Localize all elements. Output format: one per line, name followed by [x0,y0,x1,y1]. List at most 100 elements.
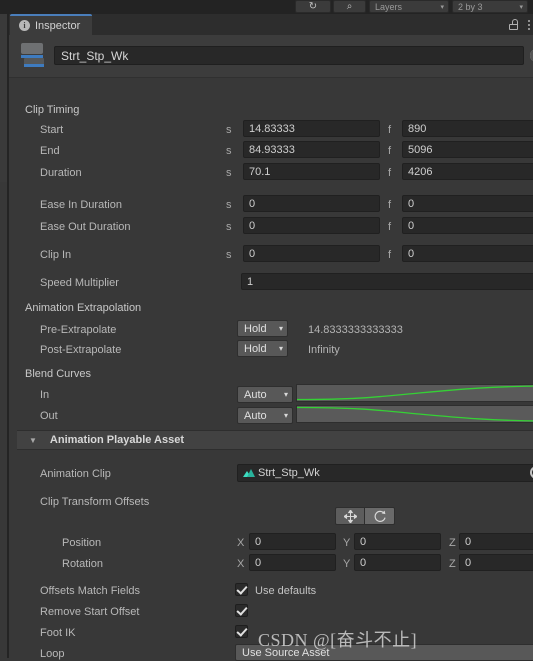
clip-in-seconds-input[interactable]: 0 [243,245,380,262]
tab-inspector[interactable]: i Inspector [10,14,93,35]
info-icon: i [19,20,30,31]
row-label-speed-multiplier: Speed Multiplier [40,277,119,289]
row-label-foot-ik: Foot IK [40,627,76,639]
history-icon-button[interactable]: ↻ [295,0,331,13]
history-icon: ↻ [308,0,318,12]
rotate-tool-button[interactable] [365,507,395,525]
animation-playable-asset-foldout[interactable]: ▼ Animation Playable Asset [17,430,533,450]
blend-out-value: Auto [244,409,267,422]
chevron-down-icon: ▾ [283,390,288,399]
unity-editor-window: ↻ ⌕ Layers ▾ 2 by 3 ▾ i Inspector Strt_S… [0,0,533,661]
ease-in-seconds-input[interactable]: 0 [243,195,380,212]
clip-in-frames-input[interactable]: 0 [402,245,533,262]
chevron-down-icon: ▼ [29,435,37,445]
rotation-z-input[interactable]: 0 [459,554,533,571]
row-label-ease-in-duration: Ease In Duration [40,199,122,211]
clip-transform-offsets-label: Clip Transform Offsets [40,496,150,508]
axis-label-y: Y [343,558,351,570]
duration-frames-input[interactable]: 4206 [402,163,533,180]
row-label-end: End [40,145,60,157]
start-frames-input[interactable]: 890 [402,120,533,137]
blend-out-dropdown[interactable]: Auto ▾ [237,407,293,424]
position-z-input[interactable]: 0 [459,533,533,550]
unit-frames: f [388,124,392,136]
unit-frames: f [388,167,392,179]
inspector-object-header: Strt_Stp_Wk [9,35,533,78]
animation-extrapolation-title: Animation Extrapolation [25,302,142,314]
position-x-input[interactable]: 0 [249,533,336,550]
unit-seconds: s [226,199,232,211]
row-label-blend-out: Out [40,410,58,422]
speed-multiplier-input[interactable]: 1 [241,273,533,290]
start-seconds-input[interactable]: 14.83333 [243,120,380,137]
unit-seconds: s [226,145,232,157]
post-extrapolate-time: Infinity [308,344,340,356]
unit-seconds: s [226,124,232,136]
row-label-position: Position [62,537,102,549]
ease-out-frames-input[interactable]: 0 [402,217,533,234]
adjacent-panel-sliver [0,14,8,658]
blend-in-curve [297,385,533,401]
chevron-down-icon: ▾ [283,411,288,420]
blend-in-value: Auto [244,388,267,401]
row-label-ease-out-duration: Ease Out Duration [40,221,131,233]
row-label-offsets-match-fields: Offsets Match Fields [40,585,141,597]
pre-extrapolate-dropdown[interactable]: Hold ▾ [237,320,288,337]
timeline-clip-icon [19,43,47,67]
blend-curves-title: Blend Curves [25,368,92,380]
search-icon: ⌕ [346,0,353,12]
post-extrapolate-dropdown[interactable]: Hold ▾ [237,340,288,357]
loop-value: Use Source Asset [242,646,330,659]
ease-in-frames-input[interactable]: 0 [402,195,533,212]
row-label-post-extrapolate: Post-Extrapolate [40,344,122,356]
animation-clip-icon [243,468,255,478]
axis-label-z: Z [449,537,456,549]
offsets-match-fields-checkbox[interactable] [235,583,248,596]
blend-out-curve-preview[interactable] [296,405,533,423]
adjacent-panel-bottom [0,182,8,658]
layers-dropdown-label: Layers [375,1,403,12]
animation-clip-value: Strt_Stp_Wk [258,467,320,479]
row-label-start: Start [40,124,64,136]
position-y-input[interactable]: 0 [354,533,441,550]
blend-out-curve [297,406,533,422]
blend-in-dropdown[interactable]: Auto ▾ [237,386,293,403]
adjacent-panel-top [0,14,8,182]
remove-start-offset-checkbox[interactable] [235,604,248,617]
inspector-body: Clip Timing Start s 14.83333 f 890 End s… [9,78,533,661]
unit-frames: f [388,199,392,211]
ease-out-seconds-input[interactable]: 0 [243,217,380,234]
row-label-duration: Duration [40,167,82,179]
pre-extrapolate-time: 14.8333333333333 [308,324,403,336]
row-label-clip-in: Clip In [40,249,72,261]
end-seconds-input[interactable]: 84.93333 [243,141,380,158]
search-icon-button[interactable]: ⌕ [333,0,366,13]
loop-dropdown[interactable]: Use Source Asset ▾ [235,644,533,661]
row-label-remove-start-offset: Remove Start Offset [40,606,140,618]
animation-playable-asset-label: Animation Playable Asset [49,434,185,446]
chevron-down-icon: ▾ [440,3,444,11]
foot-ik-checkbox[interactable] [235,625,248,638]
layers-dropdown[interactable]: Layers ▾ [369,0,449,13]
unit-frames: f [388,221,392,233]
row-label-loop: Loop [40,648,65,660]
kebab-menu-icon[interactable] [527,18,530,31]
unit-seconds: s [226,167,232,179]
duration-seconds-input[interactable]: 70.1 [243,163,380,180]
end-frames-input[interactable]: 5096 [402,141,533,158]
rotate-icon [374,510,386,522]
row-label-rotation: Rotation [62,558,103,570]
post-extrapolate-value: Hold [244,342,267,355]
blend-in-curve-preview[interactable] [296,384,533,402]
object-name-input[interactable]: Strt_Stp_Wk [54,46,524,65]
chevron-down-icon: ▾ [278,324,283,333]
move-tool-button[interactable] [335,507,365,525]
lock-open-icon[interactable] [509,19,518,30]
rotation-x-input[interactable]: 0 [249,554,336,571]
layout-dropdown[interactable]: 2 by 3 ▾ [452,0,528,13]
axis-label-x: X [237,537,245,549]
move-icon [343,509,357,523]
animation-clip-object-field[interactable]: Strt_Stp_Wk [237,464,533,482]
rotation-y-input[interactable]: 0 [354,554,441,571]
unit-seconds: s [226,221,232,233]
